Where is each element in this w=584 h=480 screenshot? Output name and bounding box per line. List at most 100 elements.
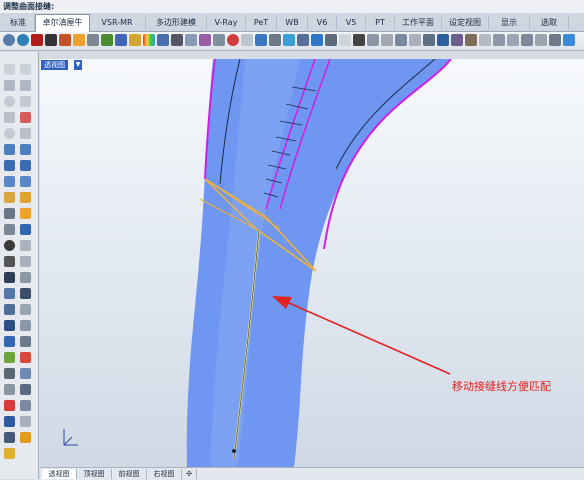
curvature-tool-icon[interactable]	[20, 352, 31, 363]
analysis-icon[interactable]	[283, 34, 295, 46]
flow-tool-icon[interactable]	[4, 336, 15, 347]
tab-vsr-mr[interactable]: VSR-MR	[89, 15, 146, 30]
tab-cplane[interactable]: 工作平面	[395, 15, 442, 30]
grid-tool-icon[interactable]	[4, 320, 15, 331]
clip-icon[interactable]	[395, 34, 407, 46]
color-icon[interactable]	[143, 34, 155, 46]
point-tool-icon[interactable]	[20, 64, 31, 75]
key-icon[interactable]	[87, 34, 99, 46]
tab-set-view[interactable]: 设定视图	[442, 15, 489, 30]
surface-tool-icon[interactable]	[4, 144, 15, 155]
hide-tool-icon[interactable]	[20, 384, 31, 395]
mesh-icon[interactable]	[115, 34, 127, 46]
trim-tool-icon[interactable]	[4, 208, 15, 219]
print-icon[interactable]	[409, 34, 421, 46]
array-icon[interactable]	[325, 34, 337, 46]
gumball-tool-icon[interactable]	[4, 400, 15, 411]
tab-pet[interactable]: PeT	[246, 15, 277, 30]
rectangle-tool-icon[interactable]	[20, 112, 31, 123]
snap-tool-icon[interactable]	[20, 400, 31, 411]
viewport-tab-perspective[interactable]: 透视图	[42, 469, 77, 479]
explode-tool-icon[interactable]	[4, 224, 15, 235]
render-icon[interactable]	[59, 34, 71, 46]
tools-icon[interactable]	[465, 34, 477, 46]
tab-wb[interactable]: WB	[277, 15, 308, 30]
viewport-tab-add[interactable]: ✣	[182, 469, 197, 479]
tab-select[interactable]: 选取	[530, 15, 569, 30]
frame-icon[interactable]	[213, 34, 225, 46]
fillet-tool-icon[interactable]	[4, 240, 15, 251]
camera-tool-icon[interactable]	[20, 416, 31, 427]
cylinder-tool-icon[interactable]	[4, 176, 15, 187]
extrude-icon[interactable]	[535, 34, 547, 46]
ellipse-tool-icon[interactable]	[4, 128, 15, 139]
help-tool-icon[interactable]	[4, 448, 15, 459]
blend-icon[interactable]	[493, 34, 505, 46]
tab-polygon-modeling[interactable]: 多边形建模	[146, 15, 207, 30]
viewport-title[interactable]: 透视图	[41, 60, 68, 70]
revolve-icon[interactable]	[549, 34, 561, 46]
curve-tool-icon[interactable]	[20, 80, 31, 91]
viewport-tab-front[interactable]: 前视图	[112, 469, 147, 479]
viewport-tab-top[interactable]: 顶视图	[77, 469, 112, 479]
matrix-icon[interactable]	[353, 34, 365, 46]
tab-display[interactable]: 显示	[489, 15, 530, 30]
tab-pt[interactable]: PT	[366, 15, 395, 30]
select-arrow-icon[interactable]	[4, 64, 15, 75]
loft-icon[interactable]	[521, 34, 533, 46]
boolean-tool-icon[interactable]	[4, 192, 15, 203]
image-icon[interactable]	[437, 34, 449, 46]
tab-vray[interactable]: V-Ray	[207, 15, 246, 30]
render-tool-icon[interactable]	[4, 416, 15, 427]
cone-tool-icon[interactable]	[20, 176, 31, 187]
sweep-icon[interactable]	[507, 34, 519, 46]
bolt-icon[interactable]	[381, 34, 393, 46]
extend-tool-icon[interactable]	[4, 256, 15, 267]
cylinder-icon[interactable]	[3, 34, 15, 46]
dots-icon[interactable]	[339, 34, 351, 46]
tab-v6[interactable]: V6	[308, 15, 337, 30]
network-surface-icon[interactable]	[20, 144, 31, 155]
copy-tool-icon[interactable]	[4, 304, 15, 315]
surface-icon[interactable]	[157, 34, 169, 46]
edit-icon[interactable]	[255, 34, 267, 46]
arc-tool-icon[interactable]	[20, 96, 31, 107]
material-icon[interactable]	[45, 34, 57, 46]
rotate-tool-icon[interactable]	[20, 368, 31, 379]
dimension-tool-icon[interactable]	[20, 272, 31, 283]
fillet-icon[interactable]	[479, 34, 491, 46]
text-tool-icon[interactable]	[4, 272, 15, 283]
tab-zhuoer[interactable]: 卓尔滇屋牛	[35, 14, 90, 32]
ruler-tool-icon[interactable]	[20, 320, 31, 331]
lock-tool-icon[interactable]	[4, 384, 15, 395]
polyline-icon[interactable]	[4, 80, 15, 91]
analyze-tool-icon[interactable]	[4, 352, 15, 363]
offset-tool-icon[interactable]	[20, 240, 31, 251]
point-icon[interactable]	[241, 34, 253, 46]
viewport-tab-right[interactable]: 右视图	[147, 469, 182, 479]
folder-icon[interactable]	[129, 34, 141, 46]
tab-standard[interactable]: 标准	[2, 15, 35, 30]
circle-tool-icon[interactable]	[4, 96, 15, 107]
box-icon[interactable]	[31, 34, 43, 46]
circle-icon[interactable]	[227, 34, 239, 46]
curve-icon[interactable]	[171, 34, 183, 46]
join-tool-icon[interactable]	[20, 208, 31, 219]
tab-v5[interactable]: V5	[337, 15, 366, 30]
mirror-tool-icon[interactable]	[20, 288, 31, 299]
transform-icon[interactable]	[199, 34, 211, 46]
light-icon[interactable]	[73, 34, 85, 46]
pattern-icon[interactable]	[367, 34, 379, 46]
sphere-tool-icon[interactable]	[20, 160, 31, 171]
box-tool-icon[interactable]	[4, 160, 15, 171]
move-tool-icon[interactable]	[4, 368, 15, 379]
network-icon[interactable]	[451, 34, 463, 46]
grid-icon[interactable]	[185, 34, 197, 46]
check-tool-icon[interactable]	[20, 336, 31, 347]
sphere-icon[interactable]	[17, 34, 29, 46]
shape-icon[interactable]	[311, 34, 323, 46]
triangle-tool-icon[interactable]	[4, 112, 15, 123]
seam-endpoint[interactable]	[232, 449, 236, 453]
rotate-icon[interactable]	[269, 34, 281, 46]
layer-icon[interactable]	[101, 34, 113, 46]
